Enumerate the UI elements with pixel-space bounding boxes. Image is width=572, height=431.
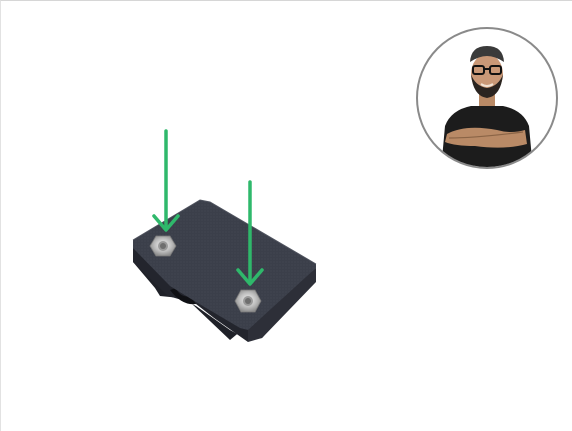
avatar-icon	[416, 27, 558, 169]
hex-nut	[234, 289, 262, 313]
hex-nut	[149, 235, 177, 257]
